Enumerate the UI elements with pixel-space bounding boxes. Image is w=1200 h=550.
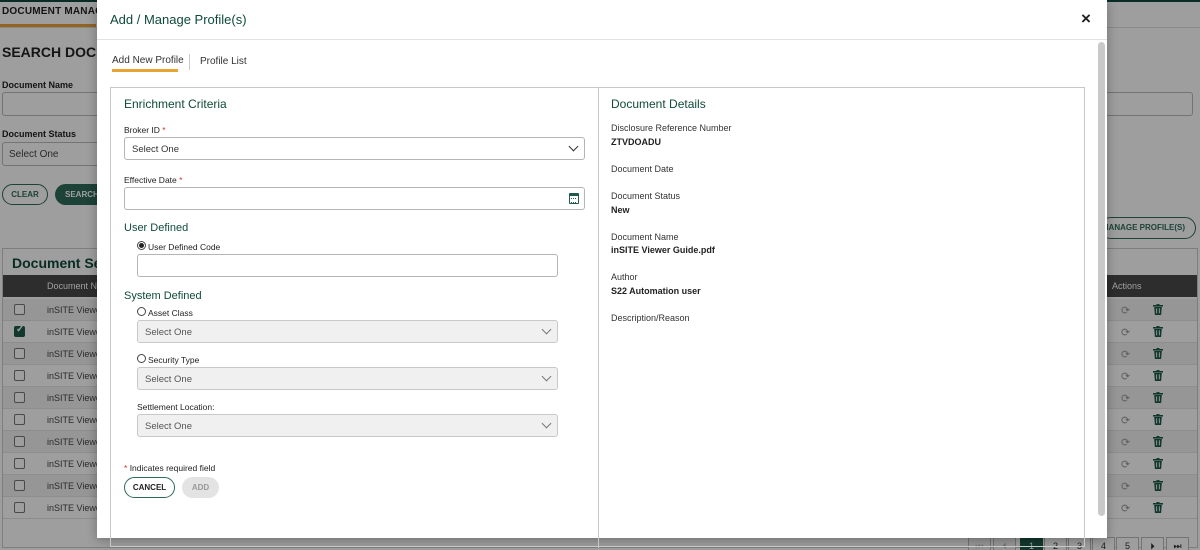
required-field-note-text: Indicates required field xyxy=(129,463,216,473)
description-label: Description/Reason xyxy=(611,313,690,323)
modal-scrollbar[interactable] xyxy=(1098,42,1105,516)
tab-add-new-profile[interactable]: Add New Profile xyxy=(112,55,184,66)
manage-profiles-modal: Add / Manage Profile(s) × Add New Profil… xyxy=(97,0,1107,548)
document-details-title: Document Details xyxy=(611,97,706,111)
settlement-location-value: Select One xyxy=(145,421,192,432)
effective-date-label-text: Effective Date xyxy=(124,175,177,185)
settlement-location-select[interactable]: Select One xyxy=(137,414,558,437)
tab-separator xyxy=(189,54,190,70)
security-type-select[interactable]: Select One xyxy=(137,367,558,390)
disclosure-ref-label: Disclosure Reference Number xyxy=(611,123,732,133)
author-value: S22 Automation user xyxy=(611,286,701,296)
modal-title: Add / Manage Profile(s) xyxy=(110,12,247,27)
close-icon[interactable]: × xyxy=(1081,9,1091,29)
document-status-value: New xyxy=(611,205,630,215)
document-date-label: Document Date xyxy=(611,164,674,174)
required-field-note: * Indicates required field xyxy=(124,463,215,473)
required-asterisk: * xyxy=(179,175,183,185)
system-defined-title: System Defined xyxy=(124,290,202,302)
required-asterisk: * xyxy=(162,125,166,135)
effective-date-input[interactable] xyxy=(124,187,585,210)
panel-divider xyxy=(598,88,599,548)
effective-date-label: Effective Date * xyxy=(124,175,182,185)
security-type-value: Select One xyxy=(145,374,192,385)
user-defined-code-radio[interactable] xyxy=(137,241,146,250)
asset-class-label: Asset Class xyxy=(148,308,193,318)
broker-id-value: Select One xyxy=(132,144,179,155)
modal-header: Add / Manage Profile(s) × xyxy=(97,0,1107,40)
broker-id-label: Broker ID * xyxy=(124,125,166,135)
chevron-down-icon xyxy=(541,324,552,335)
active-tab-indicator xyxy=(112,69,178,72)
user-defined-code-label: User Defined Code xyxy=(148,242,221,252)
broker-id-label-text: Broker ID xyxy=(124,125,160,135)
broker-id-select[interactable]: Select One xyxy=(124,137,585,160)
user-defined-code-input[interactable] xyxy=(137,254,558,277)
chevron-down-icon xyxy=(541,371,552,382)
asset-class-select[interactable]: Select One xyxy=(137,320,558,343)
enrichment-criteria-title: Enrichment Criteria xyxy=(124,97,227,111)
required-asterisk: * xyxy=(124,463,128,473)
security-type-radio[interactable] xyxy=(137,354,146,363)
user-defined-title: User Defined xyxy=(124,222,189,234)
chevron-down-icon xyxy=(568,141,579,152)
security-type-label: Security Type xyxy=(148,355,200,365)
calendar-icon[interactable] xyxy=(569,193,579,204)
cancel-button[interactable]: CANCEL xyxy=(124,477,175,498)
document-status-label: Document Status xyxy=(611,191,681,201)
tab-profile-list[interactable]: Profile List xyxy=(200,56,247,67)
asset-class-value: Select One xyxy=(145,327,192,338)
disclosure-ref-value: ZTVDOADU xyxy=(611,137,661,147)
chevron-down-icon xyxy=(541,418,552,429)
document-name-label: Document Name xyxy=(611,232,679,242)
author-label: Author xyxy=(611,272,638,282)
add-button[interactable]: ADD xyxy=(182,477,219,498)
document-name-value: inSITE Viewer Guide.pdf xyxy=(611,245,715,255)
asset-class-radio[interactable] xyxy=(137,307,146,316)
profile-form-panel: Enrichment Criteria Broker ID * Select O… xyxy=(110,87,1085,548)
settlement-location-label: Settlement Location: xyxy=(137,402,215,412)
